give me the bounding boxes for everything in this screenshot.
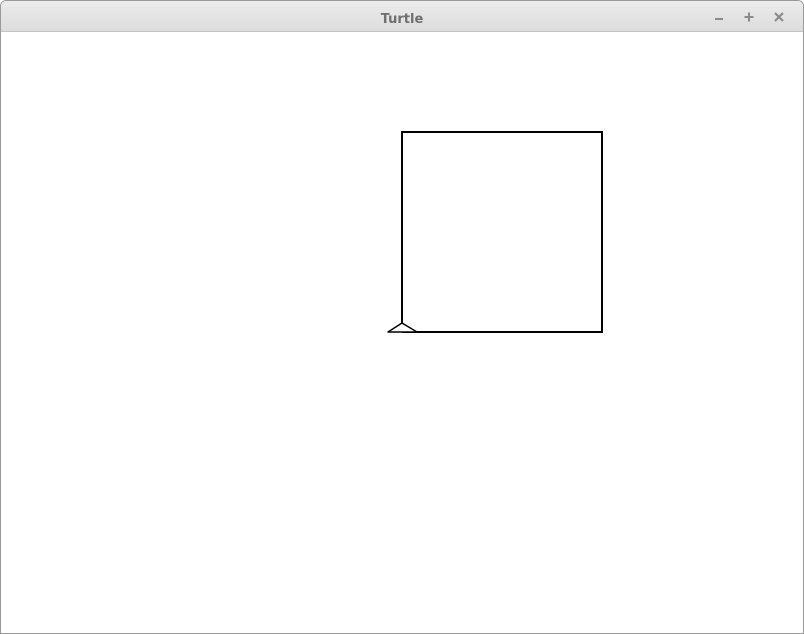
title-bar[interactable]: Turtle xyxy=(1,1,803,32)
close-button[interactable] xyxy=(769,7,789,27)
window-controls xyxy=(709,1,789,32)
turtle-window: Turtle xyxy=(0,0,804,634)
drawn-square xyxy=(401,131,603,333)
maximize-button[interactable] xyxy=(739,7,759,27)
drawing-surface xyxy=(387,131,603,333)
minimize-icon xyxy=(715,17,723,20)
turtle-canvas[interactable] xyxy=(1,33,803,633)
minimize-button[interactable] xyxy=(709,7,729,27)
maximize-icon xyxy=(744,12,754,21)
window-title: Turtle xyxy=(380,12,424,27)
close-icon xyxy=(774,11,784,22)
turtle-cursor-icon xyxy=(387,322,418,333)
